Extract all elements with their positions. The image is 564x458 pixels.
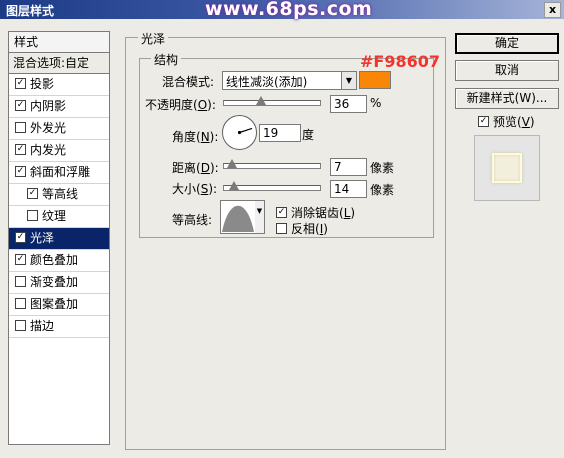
antialias-checkbox-row[interactable]: ✓ 消除锯齿(L) (276, 204, 355, 221)
style-item-checkbox[interactable]: ✓ (15, 100, 26, 111)
size-label: 大小(S): (172, 182, 218, 196)
style-item[interactable]: ✓ 内发光 (9, 140, 109, 162)
style-item-label: 投影 (30, 77, 55, 91)
style-item-checkbox[interactable]: ✓ (27, 188, 38, 199)
invert-checkbox[interactable] (276, 223, 287, 234)
contour-label: 等高线: (172, 213, 213, 227)
style-item-checkbox[interactable] (15, 298, 26, 309)
preview-checkbox[interactable]: ✓ (478, 116, 489, 127)
style-item-checkbox[interactable]: ✓ (15, 144, 26, 155)
style-item-checkbox[interactable] (15, 122, 26, 133)
style-item-checkbox[interactable]: ✓ (15, 78, 26, 89)
style-item-checkbox[interactable] (27, 210, 38, 221)
angle-dial-indicator (237, 127, 253, 135)
style-item[interactable]: ✓ 等高线 (9, 184, 109, 206)
preview-checkbox-row[interactable]: ✓ 预览(V) (478, 113, 535, 130)
opacity-label: 不透明度(O): (145, 98, 216, 112)
style-item[interactable]: 外发光 (9, 118, 109, 140)
style-item-label: 内发光 (30, 143, 67, 157)
watermark-text: www.68ps.com (205, 0, 373, 20)
style-item-label: 光泽 (30, 231, 55, 245)
ok-button[interactable]: 确定 (455, 33, 559, 54)
color-hex-annotation: #F98607 (360, 52, 440, 71)
style-item-label: 内阴影 (30, 99, 67, 113)
opacity-slider-thumb[interactable] (255, 96, 266, 105)
styles-list-panel: 样式 混合选项:自定 ✓ 投影 ✓ 内阴影外发光 ✓ 内发光 ✓ 斜面和浮雕 ✓ 等高线纹理 ✓ 光泽… (8, 31, 110, 445)
distance-input[interactable]: 7 (330, 158, 367, 176)
opacity-slider[interactable] (223, 96, 321, 106)
style-item-label: 图案叠加 (30, 297, 79, 311)
satin-section-title: 光泽 (138, 30, 169, 47)
opacity-unit: % (370, 96, 382, 110)
style-item[interactable]: 图案叠加 (9, 294, 109, 316)
invert-checkbox-row[interactable]: 反相(I) (276, 220, 328, 237)
style-item[interactable]: 渐变叠加 (9, 272, 109, 294)
blend-mode-select[interactable]: 线性减淡(添加) ▼ (222, 71, 357, 90)
style-item-checkbox[interactable] (15, 276, 26, 287)
style-item-label: 纹理 (42, 209, 67, 223)
opacity-input[interactable]: 36 (330, 95, 367, 113)
style-item-label: 等高线 (42, 187, 79, 201)
style-item-label: 颜色叠加 (30, 253, 79, 267)
style-item-checkbox[interactable] (15, 320, 26, 331)
size-slider-thumb[interactable] (229, 181, 240, 190)
distance-slider-thumb[interactable] (226, 159, 237, 168)
styles-header[interactable]: 样式 (9, 32, 109, 53)
contour-curve-icon (222, 205, 254, 232)
contour-dropdown-icon[interactable]: ▼ (255, 200, 265, 234)
style-preview-thumbnail (492, 153, 522, 183)
style-item-label: 渐变叠加 (30, 275, 79, 289)
blend-mode-value: 线性减淡(添加) (226, 75, 308, 89)
style-item[interactable]: ✓ 投影 (9, 74, 109, 96)
window-titlebar: 图层样式 www.68ps.com x (0, 0, 564, 20)
cancel-button[interactable]: 取消 (455, 60, 559, 81)
structure-title: 结构 (151, 51, 182, 68)
style-item[interactable]: ✓ 斜面和浮雕 (9, 162, 109, 184)
style-item-checkbox[interactable]: ✓ (15, 232, 26, 243)
style-item[interactable]: 描边 (9, 316, 109, 338)
angle-label: 角度(N): (172, 130, 219, 144)
style-item[interactable]: ✓ 颜色叠加 (9, 250, 109, 272)
window-title: 图层样式 (6, 4, 55, 18)
style-item-label: 斜面和浮雕 (30, 165, 91, 179)
style-item-label: 描边 (30, 319, 55, 333)
size-slider[interactable] (223, 181, 321, 191)
angle-dial[interactable] (222, 115, 257, 150)
contour-picker[interactable] (220, 200, 256, 234)
style-item[interactable]: ✓ 光泽 (9, 228, 109, 250)
distance-label: 距离(D): (172, 161, 219, 175)
style-item-checkbox[interactable]: ✓ (15, 166, 26, 177)
style-item-checkbox[interactable]: ✓ (15, 254, 26, 265)
angle-unit: 度 (302, 128, 315, 142)
blending-options-item[interactable]: 混合选项:自定 (9, 53, 109, 74)
antialias-checkbox[interactable]: ✓ (276, 207, 287, 218)
style-item[interactable]: ✓ 内阴影 (9, 96, 109, 118)
distance-unit: 像素 (370, 161, 395, 175)
style-item[interactable]: 纹理 (9, 206, 109, 228)
distance-slider[interactable] (223, 159, 321, 169)
style-item-label: 外发光 (30, 121, 67, 135)
style-preview-box (474, 135, 540, 201)
size-unit: 像素 (370, 183, 395, 197)
color-swatch[interactable] (359, 71, 391, 89)
size-input[interactable]: 14 (330, 180, 367, 198)
new-style-button[interactable]: 新建样式(W)... (455, 88, 559, 109)
blend-mode-label: 混合模式: (162, 75, 215, 89)
angle-input[interactable]: 19 (259, 124, 301, 142)
chevron-down-icon[interactable]: ▼ (341, 72, 356, 89)
close-icon[interactable]: x (544, 2, 561, 18)
